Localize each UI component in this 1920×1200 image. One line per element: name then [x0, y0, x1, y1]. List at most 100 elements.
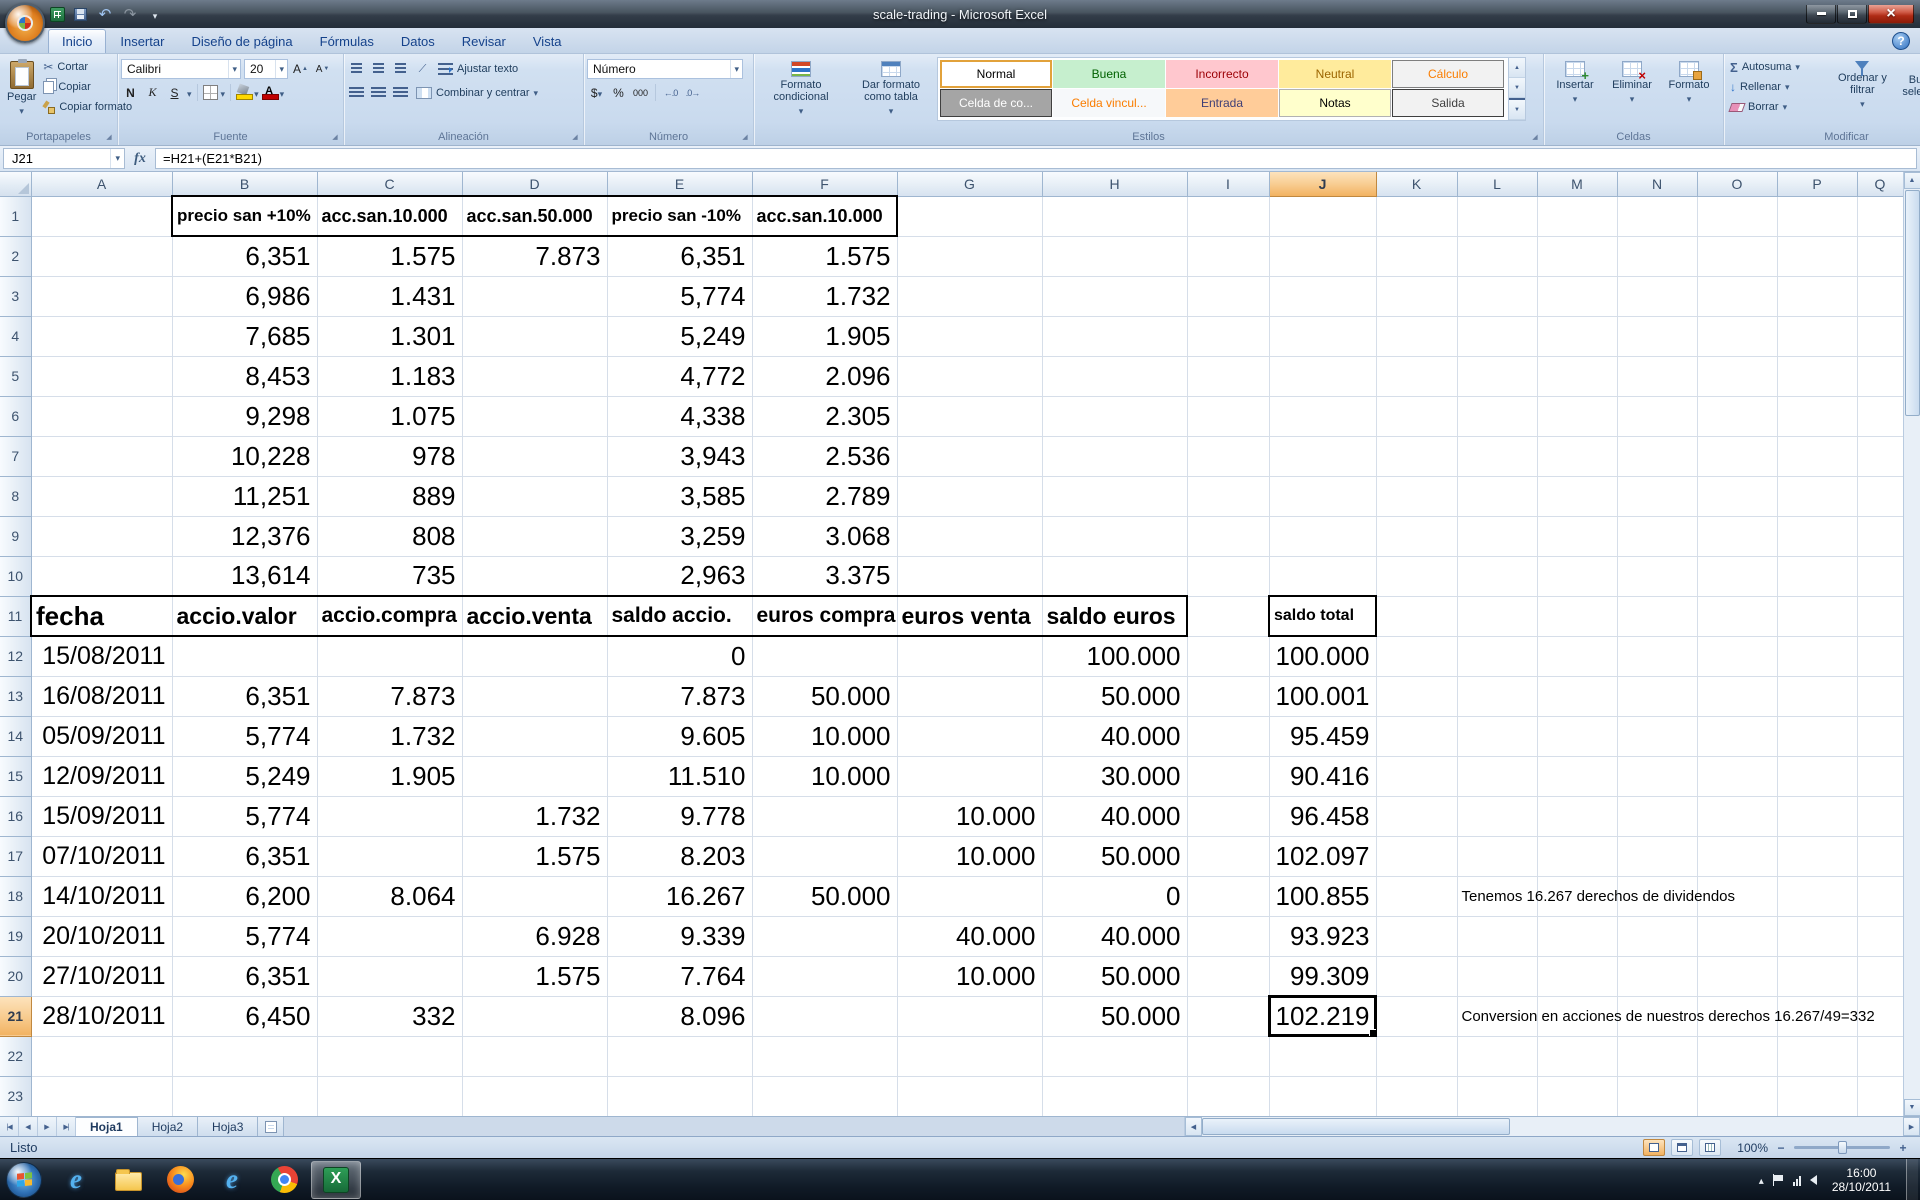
cell-F23[interactable] [752, 1076, 897, 1116]
cell-H18[interactable]: 0 [1042, 876, 1187, 916]
cell-K8[interactable] [1376, 476, 1457, 516]
fill-color-caret-icon[interactable] [254, 85, 259, 100]
cell-I14[interactable] [1187, 716, 1269, 756]
insert-worksheet-button[interactable] [258, 1117, 284, 1136]
cell-F8[interactable]: 2.789 [752, 476, 897, 516]
cell-E6[interactable]: 4,338 [607, 396, 752, 436]
cell-K20[interactable] [1376, 956, 1457, 996]
cell-G22[interactable] [897, 1036, 1042, 1076]
column-header-I[interactable]: I [1187, 172, 1269, 196]
orientation-button[interactable] [413, 60, 432, 79]
cell-G23[interactable] [897, 1076, 1042, 1116]
gallery-up-button[interactable] [1509, 58, 1525, 78]
cell-C14[interactable]: 1.732 [317, 716, 462, 756]
cell-N6[interactable] [1617, 396, 1697, 436]
cell-P14[interactable] [1777, 716, 1857, 756]
number-format-select[interactable]: Número [587, 59, 743, 79]
cell-B21[interactable]: 6,450 [172, 996, 317, 1036]
align-middle-button[interactable] [369, 60, 388, 79]
cell-O10[interactable] [1697, 556, 1777, 596]
cell-N7[interactable] [1617, 436, 1697, 476]
cell-O7[interactable] [1697, 436, 1777, 476]
network-icon[interactable] [1793, 1174, 1801, 1186]
cell-P13[interactable] [1777, 676, 1857, 716]
cell-N1[interactable] [1617, 196, 1697, 236]
taskbar-excel-button[interactable] [311, 1161, 361, 1199]
cell-L7[interactable] [1457, 436, 1537, 476]
cell-E9[interactable]: 3,259 [607, 516, 752, 556]
row-header-18[interactable]: 18 [0, 876, 31, 916]
cell-D23[interactable] [462, 1076, 607, 1116]
cell-B20[interactable]: 6,351 [172, 956, 317, 996]
column-header-C[interactable]: C [317, 172, 462, 196]
cell-J21[interactable]: 102.219 [1269, 996, 1376, 1036]
cell-F20[interactable] [752, 956, 897, 996]
cell-K13[interactable] [1376, 676, 1457, 716]
cell-H19[interactable]: 40.000 [1042, 916, 1187, 956]
cell-D22[interactable] [462, 1036, 607, 1076]
cell-L2[interactable] [1457, 236, 1537, 276]
cell-C10[interactable]: 735 [317, 556, 462, 596]
percent-style-button[interactable]: % [609, 83, 628, 102]
cell-E20[interactable]: 7.764 [607, 956, 752, 996]
cell-N20[interactable] [1617, 956, 1697, 996]
cell-D20[interactable]: 1.575 [462, 956, 607, 996]
column-header-G[interactable]: G [897, 172, 1042, 196]
cell-G15[interactable] [897, 756, 1042, 796]
cell-C22[interactable] [317, 1036, 462, 1076]
cell-N22[interactable] [1617, 1036, 1697, 1076]
cell-J19[interactable]: 93.923 [1269, 916, 1376, 956]
cell-D6[interactable] [462, 396, 607, 436]
cell-I19[interactable] [1187, 916, 1269, 956]
cell-E17[interactable]: 8.203 [607, 836, 752, 876]
cell-G13[interactable] [897, 676, 1042, 716]
align-center-button[interactable] [369, 84, 388, 103]
shrink-font-button[interactable]: A▼ [313, 60, 332, 79]
cell-H12[interactable]: 100.000 [1042, 636, 1187, 676]
cell-L13[interactable] [1457, 676, 1537, 716]
tab-datos[interactable]: Datos [388, 30, 448, 53]
cell-O14[interactable] [1697, 716, 1777, 756]
cell-A20[interactable]: 27/10/2011 [31, 956, 172, 996]
cell-C13[interactable]: 7.873 [317, 676, 462, 716]
cell-O5[interactable] [1697, 356, 1777, 396]
cell-J4[interactable] [1269, 316, 1376, 356]
cell-E5[interactable]: 4,772 [607, 356, 752, 396]
cell-B11[interactable]: accio.valor [172, 596, 317, 636]
cell-D15[interactable] [462, 756, 607, 796]
cell-K21[interactable] [1376, 996, 1457, 1036]
cell-N4[interactable] [1617, 316, 1697, 356]
paste-caret-icon[interactable] [19, 105, 24, 117]
scroll-left-button[interactable] [1185, 1117, 1202, 1136]
cell-Q11[interactable] [1857, 596, 1903, 636]
volume-icon[interactable] [1810, 1175, 1817, 1185]
cell-M10[interactable] [1537, 556, 1617, 596]
cell-L5[interactable] [1457, 356, 1537, 396]
cell-A4[interactable] [31, 316, 172, 356]
cell-G21[interactable] [897, 996, 1042, 1036]
cell-K11[interactable] [1376, 596, 1457, 636]
cell-J17[interactable]: 102.097 [1269, 836, 1376, 876]
cell-G6[interactable] [897, 396, 1042, 436]
borders-caret-icon[interactable] [221, 85, 226, 100]
cell-A7[interactable] [31, 436, 172, 476]
cell-J3[interactable] [1269, 276, 1376, 316]
cell-Q19[interactable] [1857, 916, 1903, 956]
chevron-down-icon[interactable] [275, 60, 287, 78]
align-top-button[interactable] [347, 60, 366, 79]
cell-A22[interactable] [31, 1036, 172, 1076]
cell-C1[interactable]: acc.san.10.000 [317, 196, 462, 236]
cell-M4[interactable] [1537, 316, 1617, 356]
cell-D4[interactable] [462, 316, 607, 356]
cell-L12[interactable] [1457, 636, 1537, 676]
cell-E16[interactable]: 9.778 [607, 796, 752, 836]
taskbar-windows-explorer-button[interactable] [103, 1161, 153, 1199]
cell-I4[interactable] [1187, 316, 1269, 356]
cell-K14[interactable] [1376, 716, 1457, 756]
cell-A11[interactable]: fecha [31, 596, 172, 636]
cell-L8[interactable] [1457, 476, 1537, 516]
cell-A5[interactable] [31, 356, 172, 396]
cell-I22[interactable] [1187, 1036, 1269, 1076]
cell-D9[interactable] [462, 516, 607, 556]
cell-B4[interactable]: 7,685 [172, 316, 317, 356]
